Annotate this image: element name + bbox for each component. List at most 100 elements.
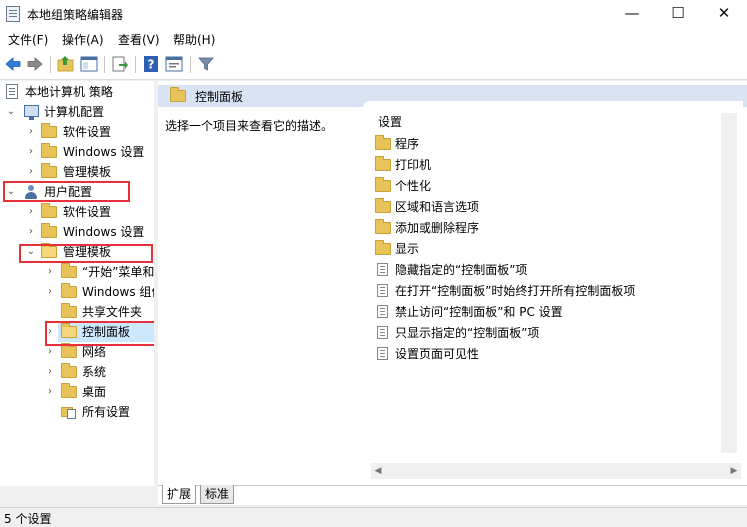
description-text: 选择一个项目来查看它的描述。	[165, 119, 334, 133]
policy-setting-icon	[377, 263, 388, 276]
chevron-right-icon[interactable]: ›	[45, 362, 55, 382]
close-button[interactable]: ✕	[701, 0, 747, 28]
back-arrow-icon[interactable]	[4, 55, 22, 73]
policy-setting-icon	[377, 347, 388, 360]
folder-icon	[41, 123, 57, 138]
scroll-left-icon[interactable]: ◀	[371, 463, 385, 479]
tree-item-label: Windows 设置	[63, 145, 145, 159]
column-header-setting[interactable]: 设置	[378, 113, 402, 130]
window-title: 本地组策略编辑器	[27, 8, 124, 22]
tree-item-label: 桌面	[82, 385, 107, 399]
list-item-label: 程序	[395, 137, 420, 151]
chevron-right-icon[interactable]: ›	[26, 202, 36, 222]
tree-item-label: 计算机配置	[44, 105, 105, 119]
tree-item-label: 软件设置	[63, 205, 112, 219]
chevron-right-icon[interactable]: ›	[26, 222, 36, 242]
tree-item-all-settings[interactable]: 所有设置	[0, 402, 154, 422]
list-item-label: 设置页面可见性	[395, 347, 480, 361]
folder-icon	[61, 383, 77, 398]
filter-icon[interactable]	[197, 55, 215, 73]
annotation-highlight-admin-templates	[19, 244, 153, 263]
menu-action[interactable]: 操作(A)	[62, 31, 104, 48]
tree-item-root[interactable]: 本地计算机 策略	[0, 82, 154, 102]
chevron-right-icon[interactable]: ›	[45, 382, 55, 402]
export-list-icon[interactable]	[111, 55, 129, 73]
tree-item-admin-templates[interactable]: › 管理模板	[0, 162, 154, 182]
menu-file[interactable]: 文件(F)	[8, 31, 48, 48]
help-icon[interactable]: ?	[142, 55, 160, 73]
folder-icon	[41, 203, 57, 218]
properties-icon[interactable]	[165, 55, 183, 73]
tree-item-windows-components[interactable]: › Windows 组件	[0, 282, 154, 302]
folder-icon	[375, 198, 391, 213]
maximize-button[interactable]: ☐	[655, 0, 701, 28]
folder-icon	[61, 363, 77, 378]
chevron-right-icon[interactable]: ›	[26, 142, 36, 162]
tree-item-computer-config[interactable]: ⌄ 计算机配置	[0, 102, 154, 122]
folder-icon	[375, 135, 391, 150]
toolbar-separator	[190, 56, 191, 73]
view-tabs: 扩展 标准	[158, 485, 747, 505]
folder-icon	[61, 303, 77, 318]
settings-list: 设置 程序 打印机 个性化 区域和语言选项 添加或删除程序 显示 隐藏指定的“控…	[363, 101, 743, 473]
forward-arrow-icon[interactable]	[26, 55, 44, 73]
folder-icon	[375, 177, 391, 192]
tree-pane: 本地计算机 策略 ⌄ 计算机配置 › 软件设置 › Windows 设置 › 管…	[0, 81, 154, 486]
details-pane: 控制面板 选择一个项目来查看它的描述。 设置 程序 打印机 个性化 区域和语言选…	[158, 81, 747, 505]
tree-item-system[interactable]: › 系统	[0, 362, 154, 382]
tree-item-desktop[interactable]: › 桌面	[0, 382, 154, 402]
status-bar: 5 个设置	[0, 507, 747, 527]
tree-item-start-menu[interactable]: › “开始”菜单和	[0, 262, 154, 282]
tree-item-windows-settings[interactable]: › Windows 设置	[0, 142, 154, 162]
list-item-label: 在打开“控制面板”时始终打开所有控制面板项	[395, 284, 636, 298]
folder-icon	[375, 156, 391, 171]
list-item-label: 禁止访问“控制面板”和 PC 设置	[395, 305, 563, 319]
menu-help[interactable]: 帮助(H)	[173, 31, 215, 48]
tree-item-label: 本地计算机 策略	[25, 85, 113, 99]
chevron-right-icon[interactable]: ›	[26, 122, 36, 142]
scroll-right-icon[interactable]: ▶	[727, 463, 741, 479]
chevron-right-icon[interactable]: ›	[45, 262, 55, 282]
policy-document-icon	[6, 84, 18, 99]
tree-item-label: 所有设置	[82, 405, 131, 419]
policy-setting-icon	[377, 284, 388, 297]
folder-icon	[61, 263, 77, 278]
details-header-title: 控制面板	[195, 90, 244, 104]
list-item-label: 隐藏指定的“控制面板”项	[395, 263, 528, 277]
chevron-right-icon[interactable]: ›	[45, 282, 55, 302]
tree-item-label: Windows 设置	[63, 225, 145, 239]
chevron-down-icon[interactable]: ⌄	[6, 102, 16, 122]
folder-icon	[41, 163, 57, 178]
up-folder-icon[interactable]	[57, 55, 75, 73]
tab-extended[interactable]: 扩展	[162, 485, 197, 504]
list-vertical-scrollbar[interactable]	[721, 113, 737, 453]
status-text: 5 个设置	[4, 512, 52, 526]
tree-item-label: “开始”菜单和	[82, 265, 154, 279]
tree-item-user-software-settings[interactable]: › 软件设置	[0, 202, 154, 222]
tree-item-user-windows-settings[interactable]: › Windows 设置	[0, 222, 154, 242]
annotation-highlight-control-panel	[45, 321, 158, 346]
policy-setting-icon	[377, 326, 388, 339]
list-horizontal-scrollbar[interactable]: ◀ ▶	[371, 463, 741, 479]
folder-icon	[41, 223, 57, 238]
menu-view[interactable]: 查看(V)	[118, 31, 160, 48]
folder-icon	[61, 283, 77, 298]
folder-icon	[375, 240, 391, 255]
list-item-label: 区域和语言选项	[395, 200, 480, 214]
app-icon	[6, 6, 20, 22]
tree-item-label: 管理模板	[63, 165, 112, 179]
folder-icon	[61, 343, 77, 358]
list-item-label: 个性化	[395, 179, 432, 193]
show-hide-tree-icon[interactable]	[80, 55, 98, 73]
list-item-label: 打印机	[395, 158, 432, 172]
folder-icon	[375, 219, 391, 234]
tree-item-shared-folders[interactable]: 共享文件夹	[0, 302, 154, 322]
tree-item-software-settings[interactable]: › 软件设置	[0, 122, 154, 142]
menu-bar: 文件(F) 操作(A) 查看(V) 帮助(H)	[0, 28, 747, 50]
tab-standard[interactable]: 标准	[200, 485, 235, 504]
folder-icon	[41, 143, 57, 158]
toolbar-separator	[104, 56, 105, 73]
list-item-label: 显示	[395, 242, 420, 256]
minimize-button[interactable]: —	[609, 0, 655, 28]
chevron-right-icon[interactable]: ›	[26, 162, 36, 182]
